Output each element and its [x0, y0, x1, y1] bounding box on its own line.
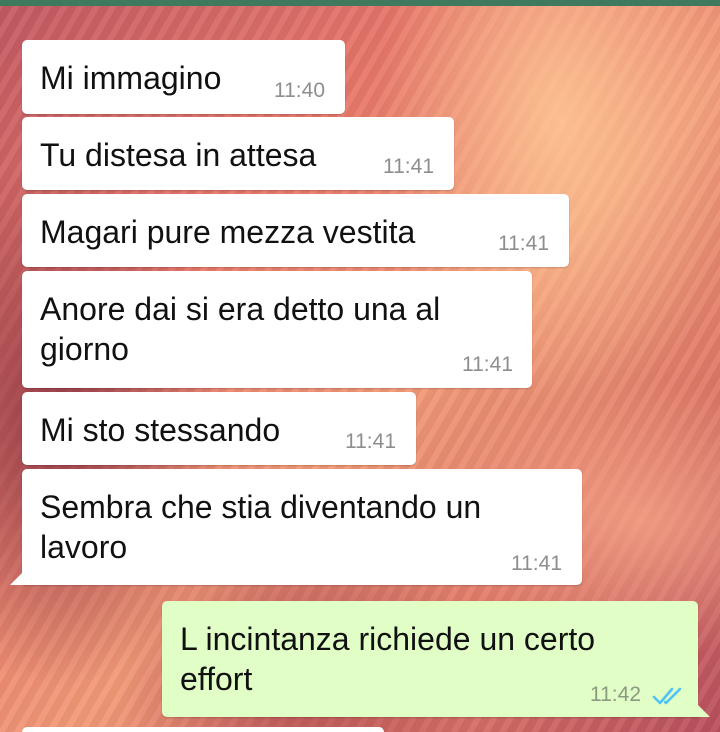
- message-text: Magari pure mezza vestita: [40, 214, 416, 250]
- message-text: Mi sto stessando: [40, 412, 281, 448]
- message-text: Sembra che stia diventando un lavoro: [40, 489, 482, 565]
- message-text: Mi immagino: [40, 60, 222, 96]
- message-bubble-incoming[interactable]: Sembra che stia diventando un lavoro 11:…: [10, 469, 582, 585]
- bubble-tail: [698, 705, 710, 717]
- double-check-icon: [652, 687, 682, 705]
- message-bubble-incoming[interactable]: Tu distesa in attesa 11:41: [22, 117, 454, 190]
- message-timestamp: 11:41: [511, 552, 562, 575]
- message-text: L incintanza richiede un certo effort: [180, 621, 596, 697]
- bubble-tail: [10, 573, 22, 585]
- message-timestamp: 11:41: [498, 232, 549, 255]
- next-message-bubble-peek: [22, 727, 384, 732]
- message-text: Tu distesa in attesa: [40, 137, 317, 173]
- message-timestamp: 11:40: [274, 79, 325, 102]
- message-bubble-incoming[interactable]: Magari pure mezza vestita 11:41: [22, 194, 569, 267]
- message-bubble-outgoing[interactable]: L incintanza richiede un certo effort 11…: [162, 601, 710, 717]
- message-timestamp: 11:42: [590, 683, 641, 706]
- message-bubble-incoming[interactable]: Mi sto stessando 11:41: [22, 392, 416, 465]
- app-top-bar: [0, 0, 720, 6]
- message-bubble-incoming[interactable]: Anore dai si era detto una al giorno 11:…: [22, 271, 532, 388]
- message-timestamp: 11:41: [345, 430, 396, 453]
- message-timestamp: 11:41: [462, 353, 513, 376]
- message-bubble-incoming[interactable]: Mi immagino 11:40: [22, 40, 345, 114]
- message-text: Anore dai si era detto una al giorno: [40, 291, 441, 367]
- message-timestamp: 11:41: [383, 155, 434, 178]
